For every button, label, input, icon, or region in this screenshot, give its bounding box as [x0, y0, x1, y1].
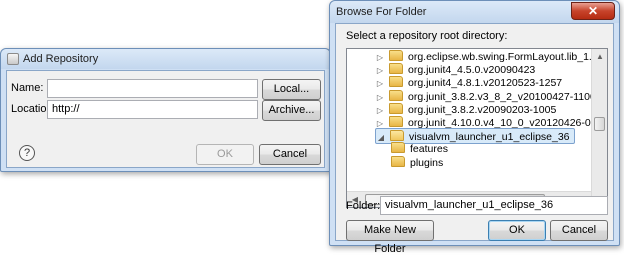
- scroll-up-arrow[interactable]: ▲: [592, 49, 607, 65]
- tree-item[interactable]: plugins: [391, 155, 447, 171]
- tree-item-label: org.junit_4.10.0.v4_10_0_v20120426-0900: [408, 117, 608, 129]
- window-icon: [7, 53, 19, 65]
- tree-item-label: org.junit4_4.8.1.v20120523-1257: [408, 77, 563, 90]
- folder-field[interactable]: visualvm_launcher_u1_eclipse_36: [380, 196, 608, 215]
- folder-tree[interactable]: ▷ org.eclipse.wb.swing.FormLayout.lib_1.5…: [346, 48, 608, 208]
- close-icon[interactable]: ✕: [571, 2, 615, 20]
- location-field[interactable]: http://: [47, 100, 258, 119]
- local-button[interactable]: Local...: [262, 79, 321, 100]
- scroll-thumb[interactable]: [594, 117, 605, 131]
- browse-cancel-button[interactable]: Cancel: [550, 220, 608, 241]
- folder-icon: [389, 116, 403, 127]
- expanded-arrow-icon[interactable]: ◢: [376, 130, 386, 146]
- name-label: Name:: [11, 82, 44, 94]
- folder-icon: [390, 130, 404, 142]
- browse-folder-dialog: Browse For Folder ✕ Select a repository …: [329, 0, 620, 255]
- archive-button[interactable]: Archive...: [262, 100, 321, 121]
- vertical-scrollbar[interactable]: ▲ ▼: [591, 49, 607, 207]
- name-field[interactable]: [47, 79, 258, 98]
- browse-folder-titlebar[interactable]: Browse For Folder ✕: [330, 1, 619, 23]
- folder-icon: [391, 155, 405, 167]
- folder-icon: [391, 142, 405, 154]
- help-icon[interactable]: ?: [19, 145, 35, 161]
- add-repository-title: Add Repository: [23, 53, 99, 65]
- add-repository-titlebar[interactable]: Add Repository: [1, 49, 330, 69]
- browse-folder-title: Browse For Folder: [336, 6, 427, 18]
- make-new-folder-button[interactable]: Make New Folder: [346, 220, 434, 255]
- folder-icon: [389, 89, 403, 101]
- instruction-text: Select a repository root directory:: [346, 30, 508, 42]
- browse-ok-button[interactable]: OK: [488, 220, 546, 241]
- ok-button[interactable]: OK: [196, 144, 254, 165]
- add-repository-body: Name: Local... Location: http:// Archive…: [6, 70, 325, 168]
- tree-item-label: org.junit_3.8.2.v3_8_2_v20100427-1100: [408, 90, 596, 103]
- cancel-button[interactable]: Cancel: [259, 144, 321, 165]
- tree-item-label: plugins: [410, 156, 444, 169]
- add-repository-dialog: Add Repository Name: Local... Location: …: [0, 48, 331, 172]
- folder-icon: [389, 76, 403, 88]
- folder-icon: [389, 102, 403, 114]
- folder-label: Folder:: [346, 200, 381, 212]
- folder-icon: [389, 63, 403, 75]
- folder-icon: [389, 50, 403, 61]
- tree-item-label: features: [410, 143, 448, 156]
- browse-folder-body: Select a repository root directory: ▷ org…: [335, 23, 614, 255]
- tree-item-label: org.junit_3.8.2.v20090203-1005: [408, 103, 557, 116]
- tree-item-label: org.junit4_4.5.0.v20090423: [408, 64, 536, 77]
- tree-item-label: org.eclipse.wb.swing.FormLayout.lib_1.5.…: [408, 51, 607, 63]
